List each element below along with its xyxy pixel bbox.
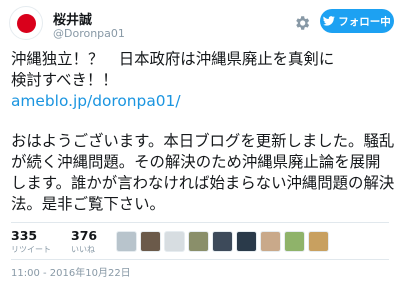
liker-avatar[interactable] — [212, 231, 233, 252]
divider — [11, 259, 389, 260]
tweet-body: おはようございます。本日ブログを更新しました。騒乱が続く沖縄問題。その解決のため… — [11, 132, 395, 213]
retweet-count: 335 — [11, 228, 38, 243]
japan-flag-icon — [17, 14, 36, 33]
liker-avatar[interactable] — [308, 231, 329, 252]
avatar[interactable] — [9, 6, 43, 40]
tweet-text: 沖縄独立！？ 日本政府は沖縄県廃止を真剣に 検討すべき！！ ameblo.jp/… — [11, 49, 395, 215]
divider — [11, 222, 389, 223]
liker-avatars — [116, 231, 332, 252]
liker-avatar[interactable] — [260, 231, 281, 252]
liker-avatar[interactable] — [164, 231, 185, 252]
retweet-stat[interactable]: 335 リツイート — [11, 228, 51, 255]
liker-avatar[interactable] — [140, 231, 161, 252]
timestamp[interactable]: 11:00 - 2016年10月22日 — [11, 264, 131, 279]
like-count: 376 — [71, 228, 98, 243]
liker-avatar[interactable] — [188, 231, 209, 252]
tweet-line1: 沖縄独立！？ 日本政府は沖縄県廃止を真剣に 検討すべき！！ — [11, 50, 335, 89]
gear-icon[interactable] — [293, 14, 311, 32]
twitter-bird-icon — [323, 16, 336, 26]
user-name[interactable]: 桜井誠 — [53, 9, 92, 28]
like-label: いいね — [71, 245, 95, 254]
tweet-link[interactable]: ameblo.jp/doronpa01/ — [11, 91, 395, 112]
liker-avatar[interactable] — [236, 231, 257, 252]
user-handle[interactable]: @Doronpa01 — [53, 27, 125, 40]
liker-avatar[interactable] — [284, 231, 305, 252]
follow-button[interactable]: フォロー中 — [320, 9, 394, 33]
retweet-label: リツイート — [11, 245, 51, 254]
follow-button-label: フォロー中 — [338, 15, 391, 28]
liker-avatar[interactable] — [116, 231, 137, 252]
like-stat[interactable]: 376 いいね — [71, 228, 97, 255]
